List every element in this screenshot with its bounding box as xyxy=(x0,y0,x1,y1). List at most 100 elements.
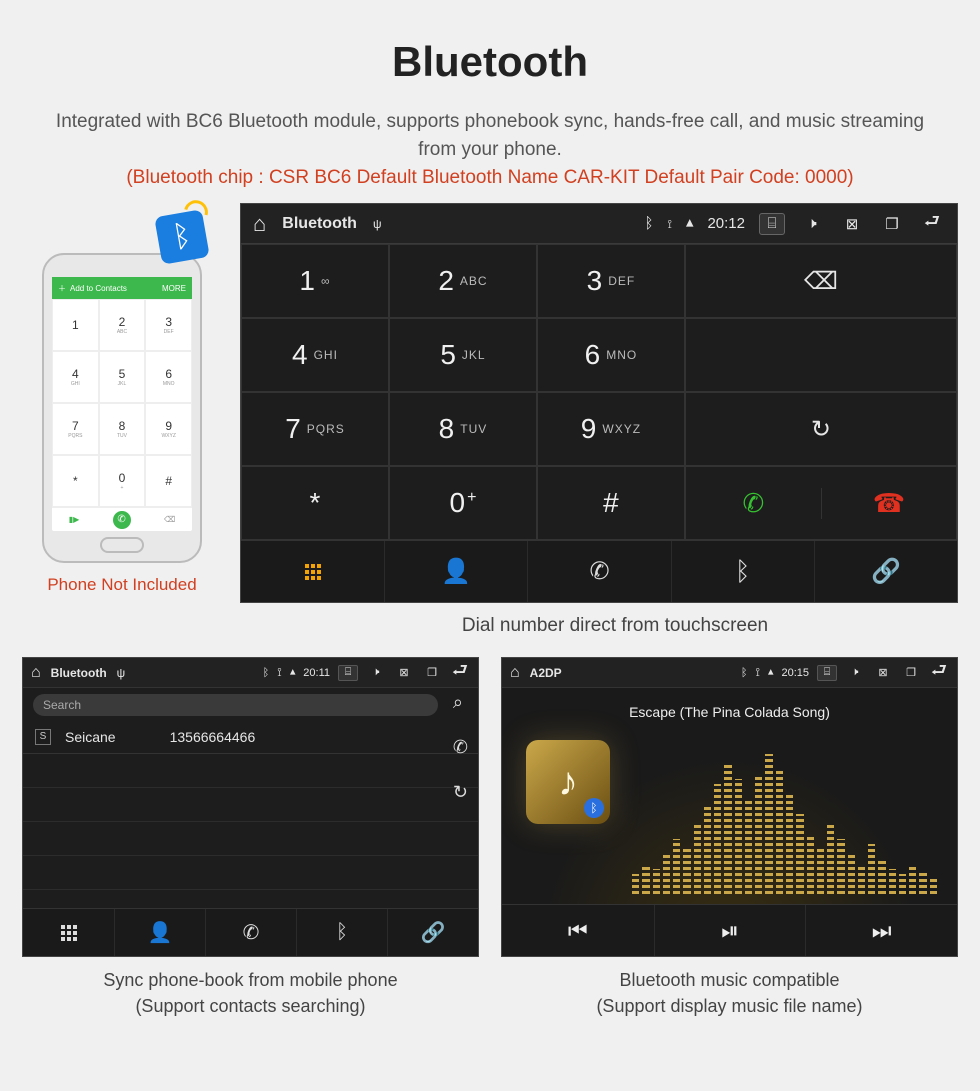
tab-recent[interactable] xyxy=(527,541,670,602)
phonebook-caption: Sync phone-book from mobile phone (Suppo… xyxy=(22,967,479,1019)
recents-icon[interactable] xyxy=(879,213,905,235)
page-title: Bluetooth xyxy=(0,0,980,86)
volume-icon[interactable] xyxy=(366,665,386,681)
dial-side-column xyxy=(685,244,957,540)
bluetooth-icon xyxy=(644,215,653,232)
smartphone-home-button xyxy=(100,537,144,553)
tab-keypad[interactable] xyxy=(241,541,384,602)
home-icon[interactable] xyxy=(510,664,520,682)
contact-number: 13566664466 xyxy=(170,729,256,745)
camera-icon[interactable] xyxy=(759,213,785,235)
headunit-phonebook-panel: Bluetooth 20:11 Search S Seicane 135 xyxy=(22,657,479,957)
dial-keypad: 1∞2ABC3DEF 4GHI5JKL6MNO 7PQRS8TUV9WXYZ *0+# xyxy=(241,244,685,540)
bluetooth-icon xyxy=(735,556,751,587)
redial-button[interactable] xyxy=(685,392,957,466)
smartphone-key: # xyxy=(145,455,192,507)
bluetooth-icon xyxy=(741,667,748,679)
dial-key-5[interactable]: 5JKL xyxy=(389,318,537,392)
tab-pair[interactable] xyxy=(814,541,957,602)
dial-key-1[interactable]: 1∞ xyxy=(241,244,389,318)
clock: 20:15 xyxy=(781,667,809,679)
hangup-icon xyxy=(873,488,905,519)
recents-icon[interactable] xyxy=(901,665,921,681)
bluetooth-icon xyxy=(336,921,348,944)
tab-contacts[interactable]: 👤 xyxy=(384,541,527,602)
tab-contacts[interactable]: 👤 xyxy=(114,909,205,956)
smartphone-key: 2ABC xyxy=(99,299,146,351)
hangup-button[interactable] xyxy=(821,488,956,519)
volume-icon[interactable] xyxy=(799,213,825,235)
close-icon[interactable] xyxy=(839,213,865,235)
camera-icon[interactable] xyxy=(338,665,358,681)
smartphone-key: 3DEF xyxy=(145,299,192,351)
tab-bluetooth[interactable] xyxy=(671,541,814,602)
phonebook-body: Search S Seicane 13566664466 xyxy=(23,688,478,908)
search-placeholder: Search xyxy=(43,698,81,712)
backspace-icon xyxy=(804,267,838,296)
dial-key-8[interactable]: 8TUV xyxy=(389,392,537,466)
camera-icon[interactable] xyxy=(817,665,837,681)
home-icon[interactable] xyxy=(31,664,41,682)
tab-recent[interactable] xyxy=(205,909,296,956)
phone-mock-column: ᛒ ＋ Add to Contacts MORE 12ABC3DEF4GHI5J… xyxy=(22,203,222,603)
video-icon: ▮▶ xyxy=(69,515,80,524)
dial-key-7[interactable]: 7PQRS xyxy=(241,392,389,466)
tab-keypad[interactable] xyxy=(23,909,114,956)
usb-icon xyxy=(117,666,126,680)
plus-icon: ＋ xyxy=(58,283,66,294)
home-icon[interactable] xyxy=(253,211,266,237)
location-icon xyxy=(277,665,281,680)
call-button[interactable] xyxy=(686,488,821,519)
smartphone-header: ＋ Add to Contacts MORE xyxy=(52,277,192,299)
close-icon[interactable] xyxy=(394,665,414,681)
next-button[interactable]: ⏭ xyxy=(805,905,957,956)
smartphone-key: * xyxy=(52,455,99,507)
phone-icon xyxy=(589,557,609,586)
volume-icon[interactable] xyxy=(845,665,865,681)
smartphone-key: 1 xyxy=(52,299,99,351)
dial-key-6[interactable]: 6MNO xyxy=(537,318,685,392)
close-icon[interactable] xyxy=(873,665,893,681)
smartphone-header-more: MORE xyxy=(162,284,186,293)
music-caption: Bluetooth music compatible (Support disp… xyxy=(501,967,958,1019)
page-red-specs: (Bluetooth chip : CSR BC6 Default Blueto… xyxy=(20,167,960,189)
dial-key-4[interactable]: 4GHI xyxy=(241,318,389,392)
dial-key-9[interactable]: 9WXYZ xyxy=(537,392,685,466)
playpause-button[interactable]: ⏯ xyxy=(654,905,806,956)
page-subtitle: Integrated with BC6 Bluetooth module, su… xyxy=(40,108,940,163)
bluetooth-overlay-icon: ᛒ xyxy=(584,798,604,818)
recents-icon[interactable] xyxy=(422,665,442,681)
dial-key-*[interactable]: * xyxy=(241,466,389,540)
keypad-icon xyxy=(61,925,77,941)
tab-pair[interactable] xyxy=(387,909,478,956)
person-icon: 👤 xyxy=(148,920,173,945)
back-icon[interactable] xyxy=(919,213,945,235)
phone-icon[interactable] xyxy=(453,737,468,758)
dial-key-3[interactable]: 3DEF xyxy=(537,244,685,318)
dial-key-0[interactable]: 0+ xyxy=(389,466,537,540)
side-action-icons xyxy=(453,692,468,803)
album-art: ᛒ xyxy=(526,740,610,824)
contact-row[interactable]: S Seicane 13566664466 xyxy=(23,720,478,754)
prev-button[interactable]: ⏮ xyxy=(502,905,654,956)
location-icon xyxy=(755,665,759,680)
screen-title: A2DP xyxy=(530,666,562,680)
dial-key-#[interactable]: # xyxy=(537,466,685,540)
clock: 20:11 xyxy=(303,667,330,679)
smartphone-mock: ᛒ ＋ Add to Contacts MORE 12ABC3DEF4GHI5J… xyxy=(42,253,202,563)
smartphone-key: 6MNO xyxy=(145,351,192,403)
bottom-tabbar: 👤 xyxy=(23,908,478,956)
person-icon: 👤 xyxy=(441,557,471,586)
search-input[interactable]: Search xyxy=(33,694,438,716)
smartphone-key: 0+ xyxy=(99,455,146,507)
sync-icon[interactable] xyxy=(453,782,468,803)
tab-bluetooth[interactable] xyxy=(296,909,387,956)
prev-icon: ⏮ xyxy=(568,918,588,944)
contact-name: Seicane xyxy=(65,729,116,745)
back-icon[interactable] xyxy=(929,665,949,681)
backspace-button[interactable] xyxy=(685,244,957,318)
search-icon[interactable] xyxy=(453,692,468,713)
back-icon[interactable] xyxy=(450,665,470,681)
dialer-body: 1∞2ABC3DEF 4GHI5JKL6MNO 7PQRS8TUV9WXYZ *0+# xyxy=(241,244,957,540)
dial-key-2[interactable]: 2ABC xyxy=(389,244,537,318)
